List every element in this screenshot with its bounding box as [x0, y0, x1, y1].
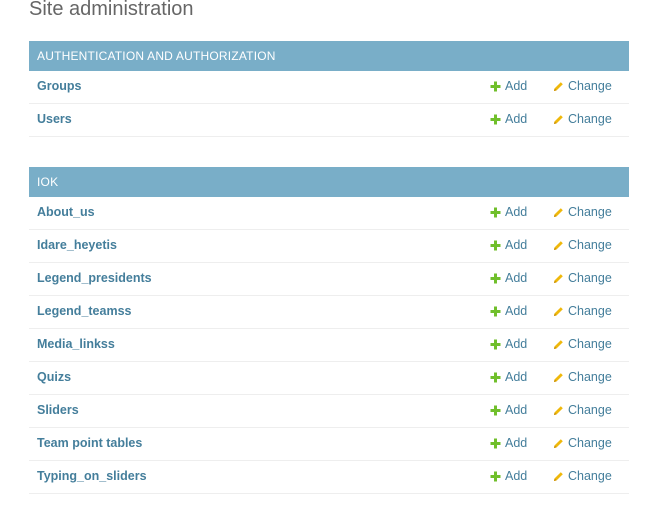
- change-link[interactable]: Change: [553, 403, 612, 417]
- change-link[interactable]: Change: [553, 304, 612, 318]
- plus-icon: [490, 207, 501, 218]
- change-link[interactable]: Change: [553, 112, 612, 126]
- change-label: Change: [568, 271, 612, 285]
- module-iok: IOK About_us Add Change Idare_heyetis Add Cha…: [29, 167, 629, 494]
- plus-icon: [490, 372, 501, 383]
- pencil-icon: [553, 81, 564, 92]
- plus-icon: [490, 114, 501, 125]
- add-label: Add: [505, 112, 528, 126]
- pencil-icon: [553, 339, 564, 350]
- add-label: Add: [505, 403, 528, 417]
- change-label: Change: [568, 112, 612, 126]
- add-label: Add: [505, 271, 528, 285]
- plus-icon: [490, 471, 501, 482]
- pencil-icon: [553, 207, 564, 218]
- model-row-sliders: Sliders Add Change: [29, 395, 629, 428]
- model-link-team-point-tables[interactable]: Team point tables: [37, 436, 142, 450]
- add-link[interactable]: Add: [490, 205, 527, 219]
- plus-icon: [490, 438, 501, 449]
- model-link-about-us[interactable]: About_us: [37, 205, 95, 219]
- model-row-typing-on-sliders: Typing_on_sliders Add Change: [29, 461, 629, 494]
- model-link-legend-presidents[interactable]: Legend_presidents: [37, 271, 152, 285]
- module-caption[interactable]: IOK: [29, 167, 629, 197]
- model-link-groups[interactable]: Groups: [37, 79, 81, 93]
- model-link-quizs[interactable]: Quizs: [37, 370, 71, 384]
- change-link[interactable]: Change: [553, 238, 612, 252]
- add-link[interactable]: Add: [490, 304, 527, 318]
- add-link[interactable]: Add: [490, 337, 527, 351]
- model-row-groups: Groups Add Change: [29, 71, 629, 104]
- add-link[interactable]: Add: [490, 238, 527, 252]
- pencil-icon: [553, 438, 564, 449]
- add-link[interactable]: Add: [490, 79, 527, 93]
- add-link[interactable]: Add: [490, 370, 527, 384]
- pencil-icon: [553, 273, 564, 284]
- model-row-idare-heyetis: Idare_heyetis Add Change: [29, 230, 629, 263]
- plus-icon: [490, 81, 501, 92]
- change-label: Change: [568, 79, 612, 93]
- module-caption[interactable]: AUTHENTICATION AND AUTHORIZATION: [29, 41, 629, 71]
- pencil-icon: [553, 240, 564, 251]
- pencil-icon: [553, 114, 564, 125]
- model-row-team-point-tables: Team point tables Add Change: [29, 428, 629, 461]
- change-link[interactable]: Change: [553, 79, 612, 93]
- change-link[interactable]: Change: [553, 337, 612, 351]
- pencil-icon: [553, 306, 564, 317]
- plus-icon: [490, 240, 501, 251]
- change-label: Change: [568, 304, 612, 318]
- pencil-icon: [553, 471, 564, 482]
- change-label: Change: [568, 337, 612, 351]
- add-label: Add: [505, 238, 528, 252]
- model-link-users[interactable]: Users: [37, 112, 72, 126]
- add-label: Add: [505, 79, 528, 93]
- add-label: Add: [505, 370, 528, 384]
- add-label: Add: [505, 436, 528, 450]
- pencil-icon: [553, 372, 564, 383]
- add-label: Add: [505, 469, 528, 483]
- change-link[interactable]: Change: [553, 271, 612, 285]
- add-link[interactable]: Add: [490, 403, 527, 417]
- page-title: Site administration: [29, 0, 194, 20]
- change-label: Change: [568, 205, 612, 219]
- change-link[interactable]: Change: [553, 469, 612, 483]
- add-label: Add: [505, 205, 528, 219]
- model-link-typing-on-sliders[interactable]: Typing_on_sliders: [37, 469, 147, 483]
- model-row-users: Users Add Change: [29, 104, 629, 137]
- model-row-legend-teamss: Legend_teamss Add Change: [29, 296, 629, 329]
- plus-icon: [490, 405, 501, 416]
- add-link[interactable]: Add: [490, 436, 527, 450]
- pencil-icon: [553, 405, 564, 416]
- add-link[interactable]: Add: [490, 469, 527, 483]
- model-row-quizs: Quizs Add Change: [29, 362, 629, 395]
- add-label: Add: [505, 337, 528, 351]
- change-label: Change: [568, 436, 612, 450]
- model-link-legend-teamss[interactable]: Legend_teamss: [37, 304, 131, 318]
- change-link[interactable]: Change: [553, 436, 612, 450]
- change-label: Change: [568, 403, 612, 417]
- change-label: Change: [568, 238, 612, 252]
- model-row-media-linkss: Media_linkss Add Change: [29, 329, 629, 362]
- change-link[interactable]: Change: [553, 370, 612, 384]
- change-label: Change: [568, 370, 612, 384]
- model-row-about-us: About_us Add Change: [29, 197, 629, 230]
- model-row-legend-presidents: Legend_presidents Add Change: [29, 263, 629, 296]
- add-link[interactable]: Add: [490, 271, 527, 285]
- module-authentication-and-authorization: AUTHENTICATION AND AUTHORIZATION Groups A…: [29, 41, 629, 137]
- change-link[interactable]: Change: [553, 205, 612, 219]
- model-link-media-linkss[interactable]: Media_linkss: [37, 337, 115, 351]
- change-label: Change: [568, 469, 612, 483]
- plus-icon: [490, 306, 501, 317]
- add-label: Add: [505, 304, 528, 318]
- model-link-sliders[interactable]: Sliders: [37, 403, 79, 417]
- model-link-idare-heyetis[interactable]: Idare_heyetis: [37, 238, 117, 252]
- plus-icon: [490, 273, 501, 284]
- plus-icon: [490, 339, 501, 350]
- add-link[interactable]: Add: [490, 112, 527, 126]
